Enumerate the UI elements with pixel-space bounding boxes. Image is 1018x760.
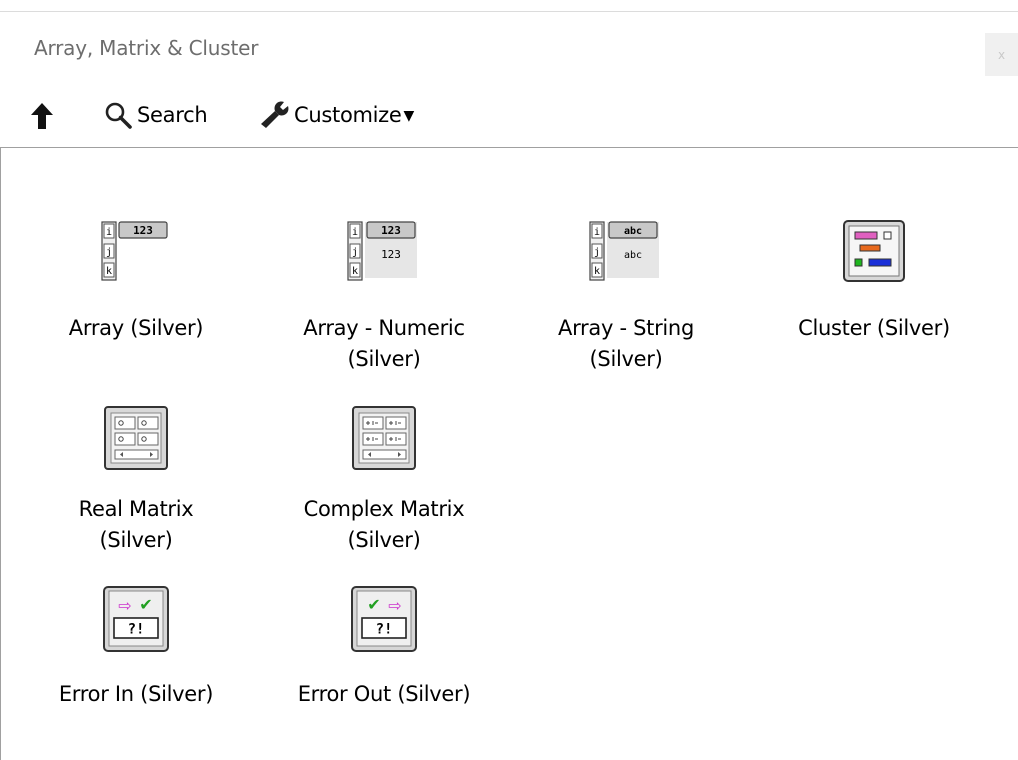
numeric-icon-num-1: 123 (381, 224, 401, 237)
search-icon (105, 102, 132, 129)
numeric-icon-num-2: 123 (381, 248, 401, 261)
up-arrow-icon[interactable] (30, 101, 54, 131)
palette-item-label: Array (Silver) (68, 316, 204, 340)
palette-item-array-numeric-silver[interactable]: i j k 123 123 Array - Numeric (Silver) (269, 220, 499, 380)
error-in-text: ?! (128, 622, 145, 638)
palette-item-label: Real Matrix (Silver) (78, 497, 194, 552)
palette-item-label: Complex Matrix (Silver) (303, 497, 465, 552)
array-icon-num: 123 (133, 224, 153, 237)
palette-item-error-in-silver[interactable]: ⇨ ✔ ?! Error In (Silver) (21, 586, 251, 716)
array-icon-j: j (106, 247, 112, 258)
string-icon-i: i (594, 227, 600, 238)
palette-item-array-string-silver[interactable]: i j k abc abc Array - String (Silver) (511, 220, 741, 380)
array-icon-i: i (106, 227, 112, 238)
numeric-icon-k: k (352, 266, 358, 277)
error-in-arrow: ⇨ (118, 596, 131, 615)
wrench-icon (261, 101, 289, 128)
numeric-icon-j: j (352, 247, 358, 258)
palette-item-error-out-silver[interactable]: ✔ ⇨ ?! Error Out (Silver) (269, 586, 499, 716)
palette-item-label: Array - String (Silver) (558, 316, 694, 371)
customize-button[interactable]: Customize ▼ (258, 98, 414, 132)
cluster-icon (843, 220, 905, 282)
palette-toolbar: Search Customize ▼ (0, 92, 1018, 142)
customize-label: Customize (294, 103, 402, 127)
array-icon: i j k 123 (101, 221, 168, 281)
palette-item-complex-matrix-silver[interactable]: Complex Matrix (Silver) (269, 406, 499, 556)
array-icon-k: k (106, 266, 112, 277)
complex-matrix-icon (352, 406, 416, 470)
error-out-text: ?! (376, 622, 393, 638)
palette-item-label: Error Out (Silver) (297, 682, 471, 706)
search-label: Search (137, 103, 208, 127)
string-icon-abc-2: abc (624, 250, 642, 261)
dropdown-caret-icon: ▼ (403, 108, 415, 124)
array-numeric-icon: i j k 123 123 (347, 221, 417, 281)
numeric-icon-i: i (352, 227, 358, 238)
top-divider (0, 11, 1018, 12)
palette-item-cluster-silver[interactable]: Cluster (Silver) (759, 220, 989, 360)
palette-item-real-matrix-silver[interactable]: Real Matrix (Silver) (21, 406, 251, 556)
error-in-icon: ⇨ ✔ ?! (103, 586, 169, 652)
palette-item-array-silver[interactable]: i j k 123 Array (Silver) (21, 220, 251, 360)
close-button[interactable]: x (985, 33, 1018, 76)
palette-title: Array, Matrix & Cluster (34, 36, 259, 60)
error-out-icon: ✔ ⇨ ?! (351, 586, 417, 652)
string-icon-abc-1: abc (624, 226, 642, 237)
error-in-check: ✔ (139, 595, 152, 614)
palette-panel: i j k 123 Array (Silver) i j k 123 123 A… (0, 147, 1018, 760)
real-matrix-icon (104, 406, 168, 470)
error-out-check: ✔ (367, 595, 380, 614)
palette-item-label: Array - Numeric (Silver) (303, 316, 465, 371)
palette-item-label: Error In (Silver) (58, 682, 214, 706)
error-out-arrow: ⇨ (388, 596, 401, 615)
string-icon-j: j (594, 247, 600, 258)
string-icon-k: k (594, 266, 600, 277)
palette-item-label: Cluster (Silver) (798, 316, 950, 340)
search-button[interactable]: Search (103, 98, 208, 132)
array-string-icon: i j k abc abc (589, 221, 659, 281)
